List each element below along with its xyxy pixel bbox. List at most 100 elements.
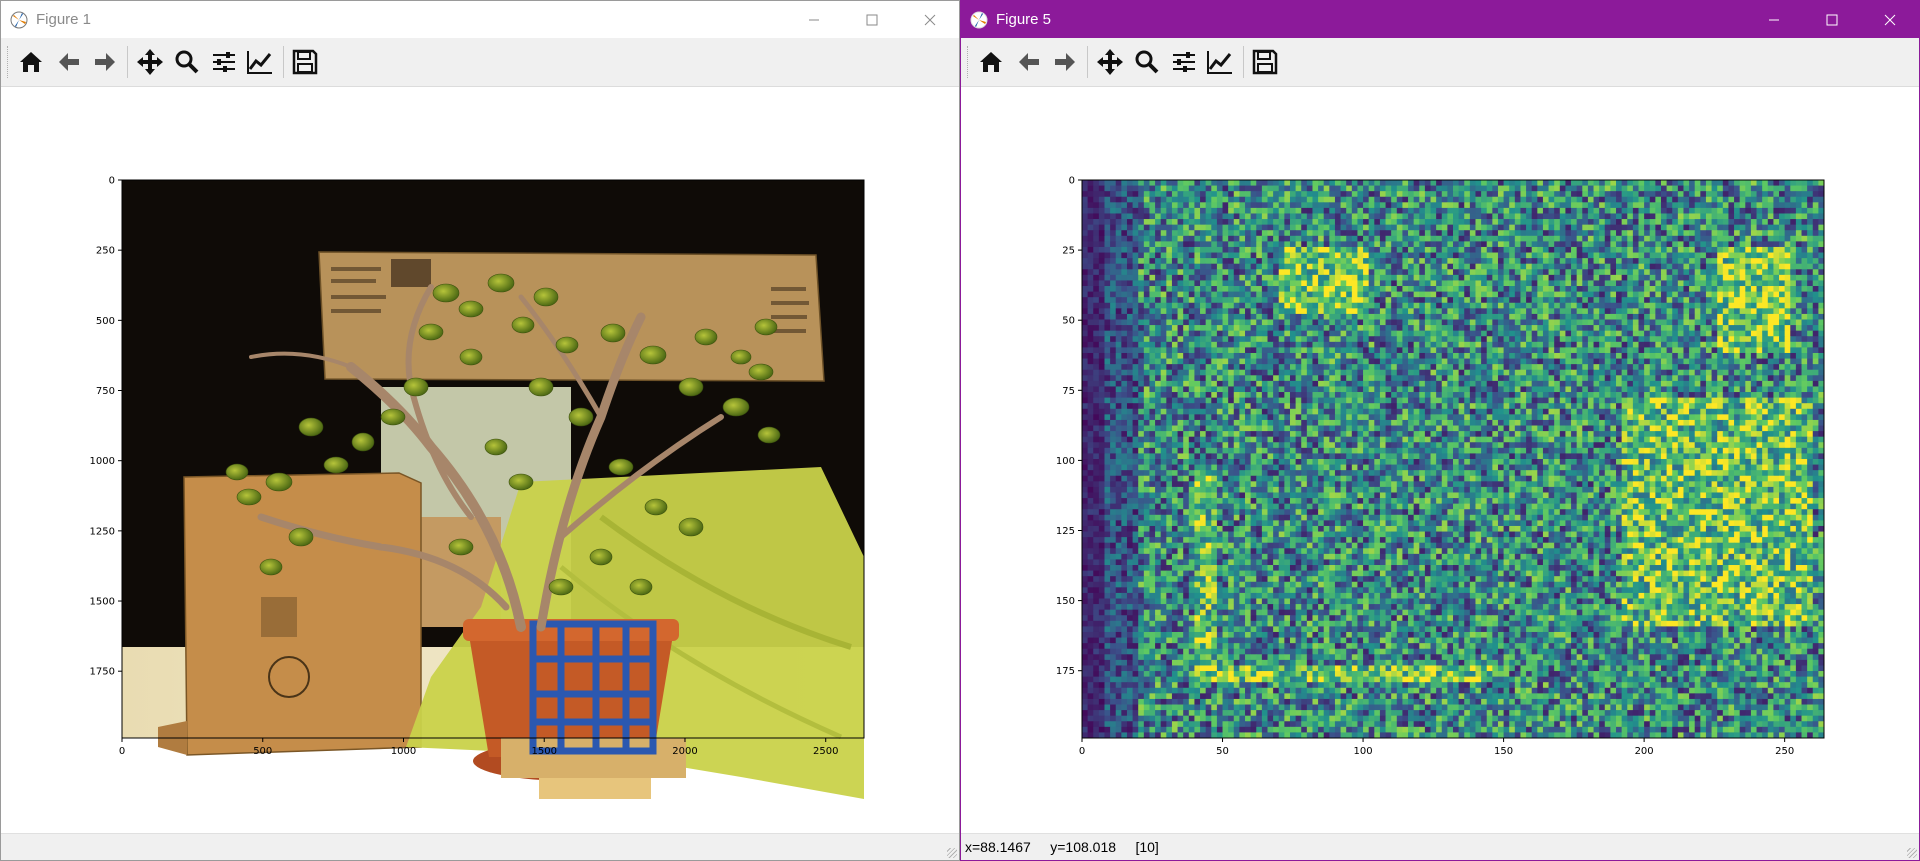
heatmap-cell [1632, 207, 1639, 214]
configure-subplots-button[interactable] [1168, 46, 1200, 78]
save-button[interactable] [1249, 46, 1281, 78]
heatmap-cell [1155, 380, 1162, 387]
heatmap-cell [1273, 258, 1280, 265]
heatmap-cell [1289, 375, 1296, 382]
heatmap-cell [1475, 341, 1482, 348]
heatmap-cell [1188, 196, 1195, 203]
heatmap-cell [1385, 207, 1392, 214]
heatmap-cell [1627, 308, 1634, 315]
pan-button[interactable] [134, 46, 166, 78]
heatmap-cell [1261, 241, 1268, 248]
heatmap-cell [1689, 375, 1696, 382]
heatmap-cell [1464, 286, 1471, 292]
heatmap-cell [1334, 352, 1341, 359]
heatmap-cell [1717, 380, 1724, 387]
heatmap-cell [1256, 302, 1263, 309]
heatmap-cell [1351, 258, 1358, 265]
heatmap-cell [1329, 230, 1336, 237]
heatmap-cell [1194, 280, 1201, 287]
figure-canvas[interactable]: 0 500 1000 1500 2000 2500 0 250 500 750 1000 1250 15… [1, 87, 959, 834]
figure-canvas[interactable]: 0 50 100 150 200 250 0 25 50 75 100 125 150 175 [961, 87, 1919, 834]
heatmap-cell [1492, 207, 1499, 214]
heatmap-cell [1481, 280, 1488, 287]
heatmap-cell [1424, 375, 1431, 382]
heatmap-cell [1453, 352, 1460, 359]
zoom-button[interactable] [171, 46, 203, 78]
heatmap-cell [1233, 375, 1240, 382]
close-button[interactable] [901, 1, 959, 38]
heatmap-cell [1183, 297, 1190, 304]
heatmap-cell [1363, 380, 1370, 387]
heatmap-cell [1795, 219, 1802, 226]
maximize-button[interactable] [1803, 1, 1861, 38]
close-button[interactable] [1861, 1, 1919, 38]
save-button[interactable] [289, 46, 321, 78]
heatmap-cell [1728, 263, 1735, 270]
title-bar[interactable]: Figure 1 [1, 1, 959, 38]
heatmap-cell [1087, 380, 1094, 387]
pan-button[interactable] [1094, 46, 1126, 78]
maximize-button[interactable] [843, 1, 901, 38]
heatmap-cell [1087, 386, 1094, 393]
heatmap-cell [1419, 358, 1426, 365]
back-button[interactable] [1013, 46, 1045, 78]
heatmap-cell [1424, 191, 1431, 198]
heatmap-cell [1379, 224, 1386, 231]
heatmap-cell [1750, 364, 1757, 371]
heatmap-cell [1261, 352, 1268, 359]
heatmap-cell [1132, 352, 1139, 359]
forward-button[interactable] [89, 46, 121, 78]
home-button[interactable] [15, 46, 47, 78]
heatmap-cell [1705, 286, 1712, 292]
heatmap-cell [1166, 191, 1173, 198]
back-button[interactable] [53, 46, 85, 78]
heatmap-cell [1801, 274, 1808, 281]
heatmap-cell [1211, 224, 1218, 231]
heatmap-cell [1171, 246, 1178, 253]
heatmap-cell [1430, 280, 1437, 287]
heatmap-cell [1571, 291, 1578, 298]
heatmap-cell [1385, 341, 1392, 348]
heatmap-cell [1762, 263, 1769, 270]
heatmap-cell [1216, 319, 1223, 326]
heatmap-cell [1582, 219, 1589, 226]
heatmap-cell [1211, 302, 1218, 309]
toolbar-grip[interactable] [967, 46, 971, 78]
heatmap-cell [1419, 207, 1426, 214]
heatmap-cell [1082, 380, 1089, 387]
toolbar-grip[interactable] [7, 46, 11, 78]
heatmap-cell [1110, 369, 1117, 376]
forward-button[interactable] [1049, 46, 1081, 78]
heatmap-cell [1346, 297, 1353, 304]
minimize-button[interactable] [1745, 1, 1803, 38]
heatmap-cell [1593, 297, 1600, 304]
edit-axes-button[interactable] [1204, 46, 1236, 78]
heatmap-cell [1340, 213, 1347, 220]
heatmap-cell [1486, 213, 1493, 220]
heatmap-cell [1644, 230, 1651, 237]
heatmap-cell [1475, 380, 1482, 387]
heatmap-cell [1481, 308, 1488, 315]
home-button[interactable] [975, 46, 1007, 78]
title-bar[interactable]: Figure 5 [961, 1, 1919, 38]
heatmap-cell [1807, 297, 1814, 304]
heatmap-cell [1441, 207, 1448, 214]
heatmap-cell [1632, 358, 1639, 365]
heatmap-cell [1295, 191, 1302, 198]
heatmap-cell [1677, 336, 1684, 343]
heatmap-cell [1632, 180, 1639, 186]
heatmap-cell [1649, 241, 1656, 248]
heatmap-cell [1750, 286, 1757, 292]
edit-axes-button[interactable] [244, 46, 276, 78]
minimize-button[interactable] [785, 1, 843, 38]
heatmap-cell [1559, 286, 1566, 292]
heatmap-cell [1396, 336, 1403, 343]
heatmap-cell [1683, 191, 1690, 198]
configure-subplots-button[interactable] [208, 46, 240, 78]
zoom-button[interactable] [1131, 46, 1163, 78]
resize-grip[interactable] [947, 848, 957, 858]
heatmap-cell [1183, 196, 1190, 203]
heatmap-cell [1734, 241, 1741, 248]
heatmap-cell [1402, 325, 1409, 332]
heatmap-cell [1672, 291, 1679, 298]
